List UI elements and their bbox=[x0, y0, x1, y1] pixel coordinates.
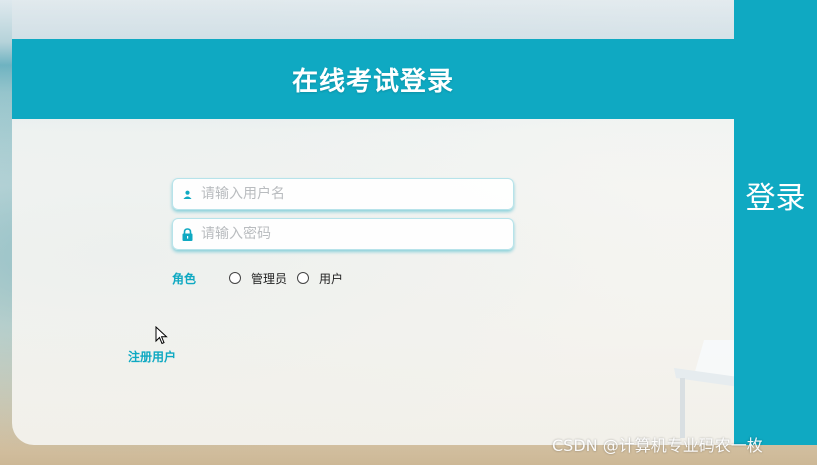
page-title: 在线考试登录 bbox=[291, 66, 454, 97]
role-option-user-label: 用户 bbox=[319, 271, 344, 286]
radio-user[interactable] bbox=[297, 272, 310, 284]
lock-icon bbox=[173, 227, 201, 241]
user-icon bbox=[173, 190, 201, 199]
radio-admin[interactable] bbox=[229, 272, 241, 284]
lounge-chair-image bbox=[674, 340, 734, 438]
login-panel: 在线考试登录 角色 管理员 bbox=[12, 0, 734, 445]
role-selector: 角色 管理员 用户 bbox=[172, 268, 353, 288]
panel-top-strip bbox=[12, 0, 734, 39]
login-button-label: 登录 bbox=[745, 181, 806, 216]
login-button[interactable]: 登录 bbox=[734, 0, 817, 445]
role-option-user[interactable]: 用户 bbox=[297, 270, 343, 287]
role-option-admin[interactable]: 管理员 bbox=[229, 270, 287, 287]
title-bar: 在线考试登录 bbox=[12, 39, 734, 119]
register-link[interactable]: 注册用户 bbox=[128, 348, 176, 365]
mouse-cursor-icon bbox=[155, 326, 168, 345]
username-field[interactable] bbox=[172, 178, 514, 210]
password-field[interactable] bbox=[172, 218, 514, 250]
role-option-admin-label: 管理员 bbox=[251, 271, 288, 286]
username-input[interactable] bbox=[201, 186, 501, 202]
role-label: 角色 bbox=[172, 271, 197, 286]
password-input[interactable] bbox=[201, 226, 501, 242]
watermark: CSDN @计算机专业码农一枚 bbox=[552, 436, 763, 455]
